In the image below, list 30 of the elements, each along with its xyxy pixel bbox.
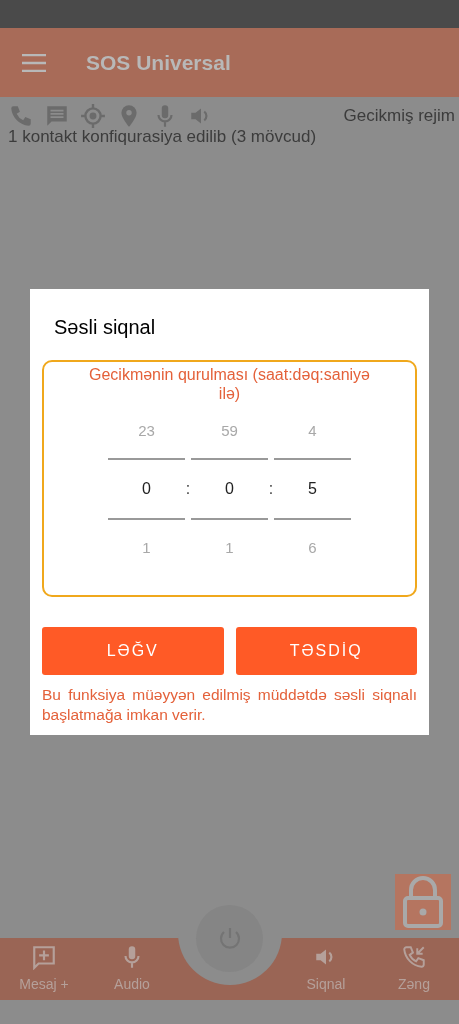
nav-item[interactable]: Zəng: [370, 943, 458, 995]
message-plus-icon: [31, 943, 57, 970]
crosshair-icon: [80, 103, 106, 129]
time-separator: :: [185, 479, 191, 499]
picker-option[interactable]: 1: [225, 520, 234, 576]
lock-button[interactable]: [395, 874, 451, 930]
picker-value[interactable]: 5: [308, 460, 317, 518]
dialog-button[interactable]: TƏSDİQ: [235, 627, 417, 675]
menu-icon[interactable]: [22, 53, 46, 72]
padlock-icon: [401, 876, 445, 928]
picker-option[interactable]: 1: [142, 520, 151, 576]
contacts-status: 1 kontakt konfiqurasiya edilib (3 mövcud): [8, 127, 318, 147]
nav-item[interactable]: Siqnal: [282, 943, 370, 995]
picker-option[interactable]: 4: [308, 411, 317, 451]
dialog-button[interactable]: LƏĞV: [42, 627, 224, 675]
picker-option[interactable]: 23: [138, 411, 155, 451]
dialog-title: Səsli siqnal: [54, 315, 157, 340]
picker-option[interactable]: 59: [221, 411, 238, 451]
phone-icon: [8, 103, 34, 129]
nav-item[interactable]: Audio: [88, 943, 176, 995]
dialog-note: Bu funksiya müəyyən edilmiş müddətdə səsli siqnalı başlatmağa imkan verir.: [42, 685, 417, 725]
picker-option[interactable]: 6: [308, 520, 317, 576]
phone-arrow-icon: [401, 943, 427, 970]
picker-value[interactable]: 0: [142, 460, 151, 518]
app-title: SOS Universal: [86, 49, 231, 76]
mode-label: Gecikmiş rejim: [343, 105, 455, 128]
picker-label: Gecikmənin qurulması (saat:dəq:saniyə ilə): [88, 365, 371, 403]
time-separator: :: [268, 479, 274, 499]
picker-value[interactable]: 0: [225, 460, 234, 518]
nav-item[interactable]: Mesaj +: [0, 943, 88, 995]
